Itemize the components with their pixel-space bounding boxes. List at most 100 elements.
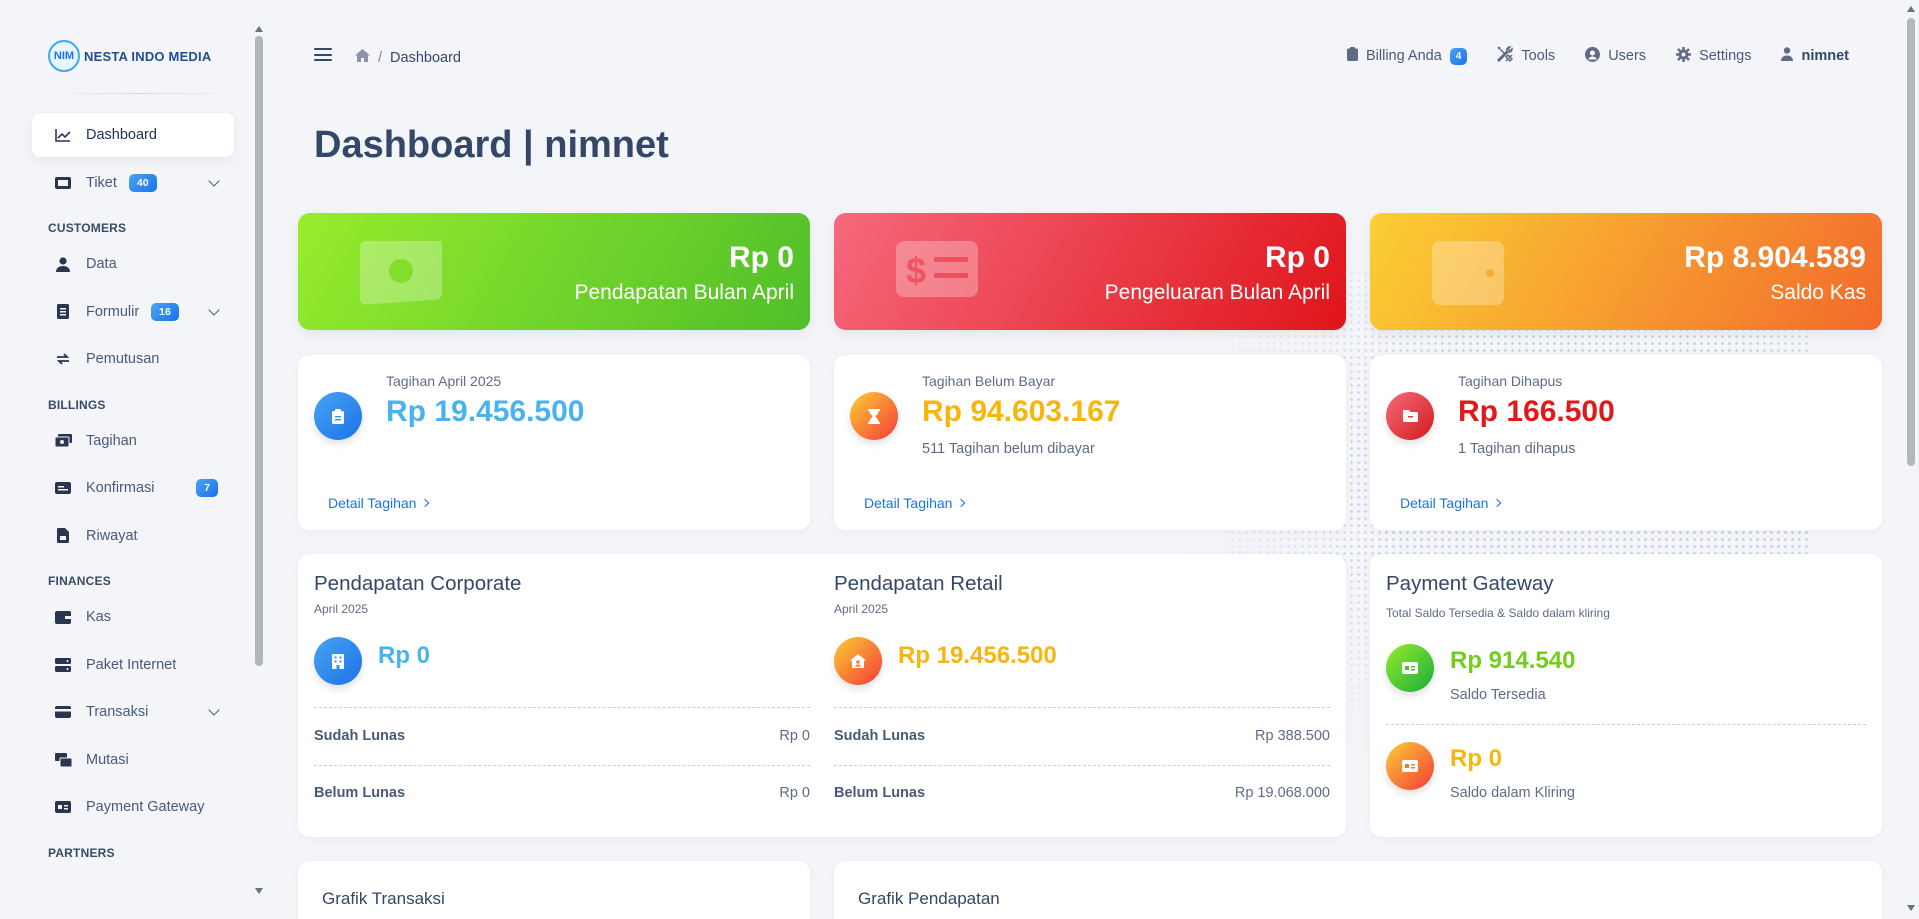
link-label: Detail Tagihan (328, 495, 417, 511)
unpaid-row: Belum Lunas Rp 0 (314, 785, 810, 801)
row-value: Rp 0 (779, 785, 810, 801)
available-balance-label: Saldo Tersedia (1450, 687, 1546, 703)
user-icon (1781, 47, 1794, 65)
scroll-down-arrow-icon[interactable] (1907, 905, 1915, 911)
paid-row: Sudah Lunas Rp 0 (314, 728, 810, 744)
sidebar-item-konfirmasi[interactable]: Konfirmasi 7 (32, 466, 234, 510)
card-subtitle: Total Saldo Tersedia & Saldo dalam kliri… (1386, 606, 1610, 620)
count-badge: 7 (196, 479, 218, 497)
sidebar-item-riwayat[interactable]: Riwayat (32, 514, 234, 558)
count-badge: 16 (151, 302, 179, 321)
sidebar-item-tagihan[interactable]: Tagihan (32, 419, 234, 463)
sidebar-item-pemutusan[interactable]: Pemutusan (32, 337, 234, 381)
file-invoice-icon (54, 528, 72, 544)
divider (834, 707, 1330, 708)
sidebar-item-data[interactable]: Data (32, 242, 234, 286)
detail-invoice-link[interactable]: Detail Tagihan (1400, 495, 1502, 511)
sidebar-item-label: Konfirmasi (86, 480, 155, 496)
scroll-down-arrow-icon[interactable] (255, 888, 263, 894)
user-name: nimnet (1801, 48, 1849, 64)
scrollbar-thumb[interactable] (255, 36, 263, 666)
sidebar-nav: Dashboard Tiket 40 CUSTOMERS Data Formul… (32, 113, 234, 867)
clipboard-icon (314, 392, 362, 440)
divider (314, 707, 810, 708)
sidebar-item-formulir[interactable]: Formulir 16 (32, 290, 234, 334)
document-icon (54, 304, 72, 320)
money-check-icon (1386, 644, 1434, 692)
divider (1386, 724, 1866, 725)
users-label: Users (1608, 48, 1647, 64)
stat-label: Tagihan Belum Bayar (922, 373, 1056, 389)
sidebar-item-paket-internet[interactable]: Paket Internet (32, 643, 234, 687)
clipboard-icon (1346, 47, 1358, 65)
sidebar-item-dashboard[interactable]: Dashboard (32, 113, 234, 157)
chevron-down-icon[interactable] (208, 174, 220, 187)
scrollbar-thumb[interactable] (1907, 18, 1915, 466)
chevron-down-icon[interactable] (208, 704, 220, 716)
sidebar-item-label: Paket Internet (86, 656, 177, 673)
row-label: Sudah Lunas (834, 728, 926, 744)
sidebar: NIM NESTA INDO MEDIA Dashboard Tiket 40 … (0, 0, 263, 919)
arrows-rotate-icon (54, 351, 72, 367)
sidebar-item-transaksi[interactable]: Transaksi (32, 690, 234, 734)
unpaid-row: Belum Lunas Rp 19.068.000 (834, 785, 1330, 801)
payment-gateway-card: Payment Gateway Total Saldo Tersedia & S… (1370, 554, 1882, 837)
money-check-icon (1386, 742, 1434, 790)
expense-value: Rp 0 (1264, 241, 1330, 274)
billing-label: Billing Anda (1365, 48, 1442, 64)
stat-value: Rp 166.500 (1458, 395, 1615, 428)
user-menu[interactable]: nimnet (1781, 47, 1849, 65)
building-icon (314, 637, 362, 685)
money-bill-icon (360, 235, 442, 310)
sidebar-item-label: Kas (86, 609, 111, 625)
scroll-up-arrow-icon[interactable] (255, 26, 263, 32)
available-balance-value: Rp 914.540 (1450, 647, 1576, 674)
home-icon[interactable] (355, 49, 370, 66)
wallet-icon (54, 609, 72, 625)
settings-link[interactable]: Settings (1676, 46, 1751, 66)
detail-invoice-link[interactable]: Detail Tagihan (864, 495, 966, 511)
money-check-dollar-icon (54, 799, 72, 815)
top-navigation: Billing Anda 4 Tools Users Settings nimn… (1346, 46, 1849, 66)
user-icon (54, 256, 72, 272)
billing-badge: 4 (1449, 47, 1468, 65)
sidebar-item-mutasi[interactable]: Mutasi (32, 738, 234, 782)
section-heading: PARTNERS (48, 845, 115, 860)
sidebar-divider (48, 93, 234, 94)
sidebar-item-label: Mutasi (86, 751, 129, 768)
stat-value: Rp 94.603.167 (922, 395, 1121, 428)
transaction-chart-card: Grafik Transaksi (298, 861, 810, 919)
scroll-up-arrow-icon[interactable] (1907, 6, 1915, 12)
hourglass-icon (850, 392, 898, 440)
chevron-down-icon[interactable] (208, 303, 220, 316)
row-value: Rp 388.500 (1255, 728, 1330, 744)
section-title: Pendapatan Corporate (314, 572, 522, 595)
tools-link[interactable]: Tools (1497, 46, 1555, 66)
money-check-icon (54, 480, 72, 496)
menu-toggle-icon[interactable] (314, 48, 332, 61)
income-summary-card: Rp 0 Pendapatan Bulan April (298, 213, 810, 330)
paid-row: Sudah Lunas Rp 388.500 (834, 728, 1330, 744)
billing-link[interactable]: Billing Anda 4 (1346, 47, 1468, 65)
page-title: Dashboard | nimnet (314, 124, 669, 166)
income-label: Pendapatan Bulan April (574, 281, 794, 304)
card-title: Payment Gateway (1386, 572, 1554, 595)
sidebar-item-tiket[interactable]: Tiket 40 (32, 161, 234, 205)
stat-value: Rp 19.456.500 (386, 395, 585, 428)
logo[interactable]: NIM NESTA INDO MEDIA (48, 40, 211, 72)
breadcrumb-separator: / (378, 49, 383, 66)
page-scrollbar[interactable] (1903, 0, 1919, 919)
users-link[interactable]: Users (1585, 46, 1647, 66)
sidebar-item-label: Transaksi (86, 704, 149, 720)
detail-invoice-link[interactable]: Detail Tagihan (328, 495, 430, 511)
chart-line-icon (54, 127, 72, 143)
divider (314, 765, 810, 766)
expense-summary-card: $ Rp 0 Pengeluaran Bulan April (834, 213, 1346, 330)
cash-balance-value: Rp 8.904.589 (1684, 241, 1866, 274)
sidebar-item-kas[interactable]: Kas (32, 595, 234, 639)
sidebar-scrollbar[interactable] (253, 26, 263, 896)
stat-label: Tagihan April 2025 (386, 373, 502, 389)
sidebar-item-label: Riwayat (86, 527, 138, 544)
sidebar-item-payment-gateway[interactable]: Payment Gateway (32, 785, 234, 829)
chevron-right-icon (421, 498, 430, 508)
